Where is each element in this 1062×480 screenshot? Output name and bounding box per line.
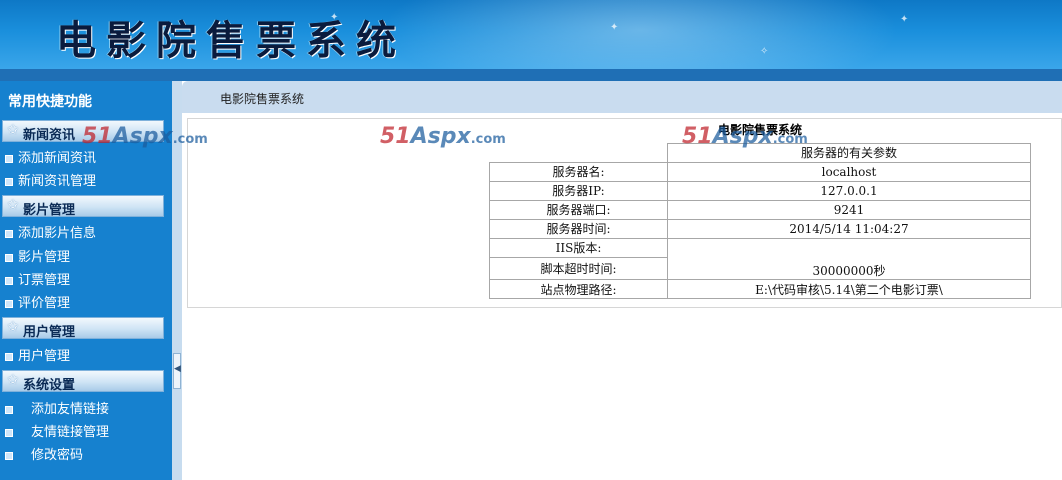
sidebar-item-ticket-manage[interactable]: 订票管理 [5, 269, 70, 288]
breadcrumb: 电影院售票系统 [182, 81, 1062, 113]
star-icon: ✩ [7, 122, 19, 138]
section-label: 新闻资讯 [23, 128, 76, 143]
section-label: 用户管理 [23, 325, 76, 340]
table-row: IIS版本: [489, 237, 1031, 258]
table-row: 服务器端口: 9241 [489, 199, 1031, 220]
square-bullet-icon [5, 177, 13, 186]
square-bullet-icon [5, 229, 13, 238]
table-row: 脚本超时时间: 30000000秒 [489, 256, 1031, 280]
watermark-logo: 51Aspx.com [682, 124, 808, 149]
sparkle-icon: ✦ [610, 22, 619, 33]
sidebar-item-add-news[interactable]: 添加新闻资讯 [5, 147, 96, 166]
row-key: 服务器时间: [489, 218, 668, 239]
table-row: 站点物理路径: E:\代码审核\5.14\第二个电影订票\ [489, 279, 1031, 299]
row-value: 30000000秒 [667, 257, 1031, 280]
sidebar-item-label: 修改密码 [31, 448, 84, 463]
row-value: 9241 [667, 199, 1031, 220]
sidebar-item-review-manage[interactable]: 评价管理 [5, 292, 70, 311]
sidebar-item-news-manage[interactable]: 新闻资讯管理 [5, 170, 96, 189]
row-value: 2014/5/14 11:04:27 [667, 218, 1031, 239]
header-banner: ✦ ✦ ✦ ✧ 电影院售票系统 [0, 0, 1062, 69]
header-glow [380, 0, 900, 69]
row-key: 服务器端口: [489, 199, 668, 220]
watermark-number: 51 [380, 124, 411, 149]
table-row: 服务器时间: 2014/5/14 11:04:27 [489, 218, 1031, 239]
row-key: 服务器IP: [489, 180, 668, 201]
star-icon: ✩ [7, 197, 19, 213]
row-value [667, 237, 1031, 257]
sidebar-item-add-link[interactable]: 添加友情链接 [5, 398, 109, 417]
square-bullet-icon [5, 253, 13, 262]
app-title: 电影院售票系统 [56, 17, 406, 64]
sidebar-item-label: 添加新闻资讯 [18, 151, 97, 166]
section-movies[interactable]: ✩ 影片管理 [2, 195, 164, 218]
square-bullet-icon [5, 428, 13, 437]
collapse-handle[interactable]: ◀ [173, 353, 181, 389]
watermark-number: 51 [682, 124, 713, 149]
watermark-brand: Aspx [112, 124, 173, 149]
sidebar-item-label: 影片管理 [18, 250, 71, 265]
section-label: 系统设置 [23, 378, 76, 393]
chevron-left-icon: ◀ [174, 364, 181, 374]
section-settings[interactable]: ✩ 系统设置 [2, 370, 164, 393]
section-label: 影片管理 [23, 203, 76, 218]
header-strip [0, 69, 1062, 81]
sidebar-item-label: 添加友情链接 [31, 402, 110, 417]
row-value: E:\代码审核\5.14\第二个电影订票\ [667, 279, 1031, 299]
square-bullet-icon [5, 154, 13, 163]
watermark-suffix: .com [470, 132, 506, 147]
star-icon: ✩ [7, 319, 19, 335]
sidebar-item-label: 添加影片信息 [18, 226, 97, 241]
sidebar-item-add-movie[interactable]: 添加影片信息 [5, 222, 96, 241]
square-bullet-icon [5, 405, 13, 414]
row-value: localhost [667, 161, 1031, 182]
row-key: 服务器名: [489, 161, 668, 182]
sidebar-item-label: 订票管理 [18, 273, 71, 288]
square-bullet-icon [5, 451, 13, 460]
sidebar-item-label: 评价管理 [18, 296, 71, 311]
row-key: 脚本超时时间: [489, 256, 668, 280]
table-row: 服务器名: localhost [489, 161, 1031, 182]
watermark-brand: Aspx [410, 124, 471, 149]
square-bullet-icon [5, 276, 13, 285]
watermark-suffix: .com [772, 132, 808, 147]
row-key: IIS版本: [489, 237, 668, 258]
watermark-logo: 51Aspx.com [380, 124, 506, 149]
watermark-suffix: .com [172, 132, 208, 147]
sidebar-item-movie-manage[interactable]: 影片管理 [5, 246, 70, 265]
row-key: 站点物理路径: [489, 279, 668, 299]
sidebar-item-change-password[interactable]: 修改密码 [5, 444, 83, 463]
star-icon: ✩ [7, 372, 19, 388]
watermark-number: 51 [82, 124, 113, 149]
section-users[interactable]: ✩ 用户管理 [2, 317, 164, 340]
sidebar-item-label: 新闻资讯管理 [18, 174, 97, 189]
watermark-brand: Aspx [712, 124, 773, 149]
sparkle-icon: ✦ [900, 14, 909, 25]
square-bullet-icon [5, 352, 13, 361]
sidebar-item-user-manage[interactable]: 用户管理 [5, 345, 70, 364]
table-row: 服务器IP: 127.0.0.1 [489, 180, 1031, 201]
server-info-table: 服务器的有关参数 服务器名: localhost 服务器IP: 127.0.0.… [489, 143, 1031, 299]
sparkle-icon: ✧ [760, 46, 769, 57]
square-bullet-icon [5, 299, 13, 308]
sidebar-item-label: 友情链接管理 [31, 425, 110, 440]
sidebar-item-link-manage[interactable]: 友情链接管理 [5, 421, 109, 440]
watermark-logo: 51Aspx.com [82, 124, 208, 149]
sidebar-item-label: 用户管理 [18, 349, 71, 364]
breadcrumb-text: 电影院售票系统 [220, 92, 305, 106]
sidebar-title: 常用快捷功能 [8, 94, 92, 110]
row-value: 127.0.0.1 [667, 180, 1031, 201]
